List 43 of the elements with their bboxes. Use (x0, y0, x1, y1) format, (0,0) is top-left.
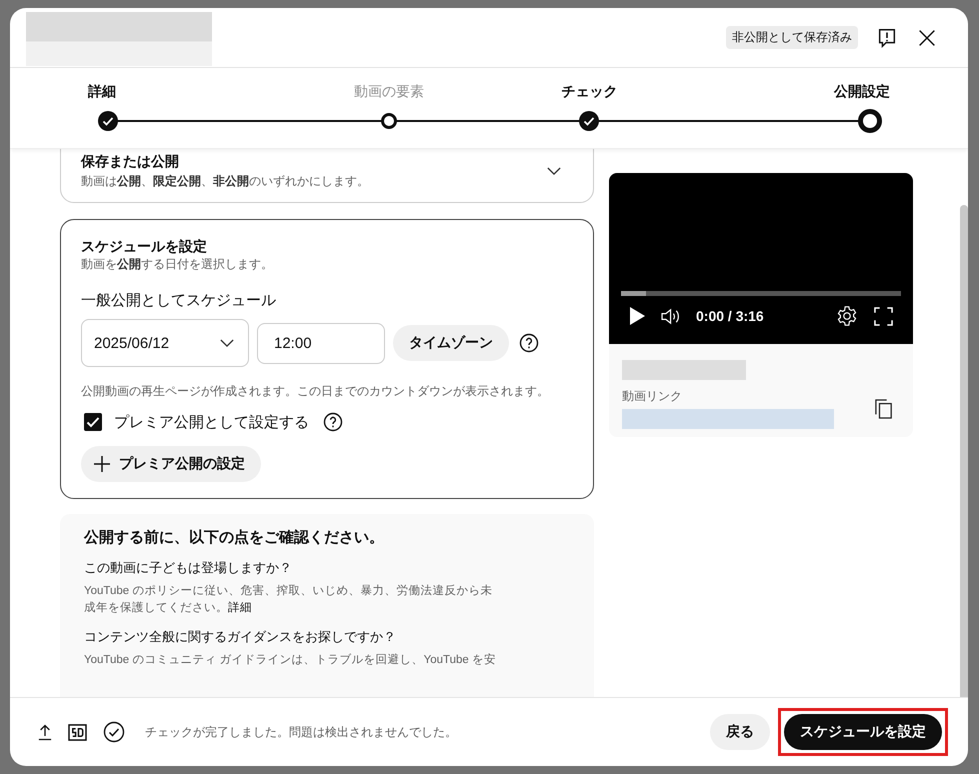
play-icon[interactable] (629, 307, 645, 325)
premiere-settings-button[interactable]: プレミア公開の設定 (81, 446, 261, 482)
step-label[interactable]: チェック (561, 83, 618, 101)
sd-icon (68, 724, 87, 740)
check-circle-icon (103, 721, 125, 743)
progress-track[interactable] (621, 291, 901, 296)
checklist-text: YouTube のポリシーに従い、危害、搾取、いじめ、暴力、労働法違反から未成年を保護してください。詳細 (84, 583, 494, 616)
date-dropdown[interactable]: 2025/06/12 (81, 319, 249, 367)
step-label[interactable]: 詳細 (88, 83, 116, 101)
step-label[interactable]: 公開設定 (834, 83, 890, 101)
timezone-button[interactable]: タイムゾーン (393, 325, 509, 361)
card-title: 保存または公開 (81, 153, 180, 171)
schedule-button[interactable]: スケジュールを設定 (784, 714, 942, 750)
check-status-text: チェックが完了しました。問題は検出されませんでした。 (145, 724, 457, 740)
checklist-question: この動画に子どもは登場しますか？ (84, 559, 292, 577)
schedule-subtitle: 一般公開としてスケジュール (81, 291, 276, 310)
back-button[interactable]: 戻る (710, 714, 770, 750)
feedback-icon[interactable] (876, 26, 898, 48)
scrollbar[interactable] (960, 205, 968, 697)
help-icon[interactable] (519, 333, 539, 353)
video-link-label: 動画リンク (622, 388, 683, 405)
upload-icon (38, 724, 52, 740)
settings-icon[interactable] (836, 305, 858, 327)
schedule-note: 公開動画の再生ページが作成されます。この日までのカウントダウンが表示されます。 (81, 383, 549, 400)
card-description: 動画は公開、限定公開、非公開のいずれかにします。 (81, 173, 369, 190)
details-link[interactable]: 詳細 (228, 602, 252, 614)
fullscreen-icon[interactable] (874, 306, 893, 326)
help-icon[interactable] (323, 412, 343, 432)
copy-icon[interactable] (875, 398, 893, 418)
checklist-question: コンテンツ全般に関するガイダンスをお探しですか？ (84, 628, 396, 646)
premiere-label[interactable]: プレミア公開として設定する (114, 412, 309, 432)
chevron-icon (220, 338, 234, 348)
premiere-checkbox[interactable] (84, 413, 102, 431)
time-field[interactable]: 12:00 (257, 322, 385, 364)
card-title: スケジュールを設定 (81, 238, 207, 256)
volume-icon[interactable] (661, 308, 682, 324)
video-time: 0:00 / 3:16 (696, 308, 764, 324)
checklist-text: YouTube のコミュニティ ガイドラインは、トラブルを回避し、YouTube を安 (84, 652, 497, 668)
checklist-title: 公開する前に、以下の点をご確認ください。 (84, 528, 384, 547)
plus-icon (93, 455, 111, 473)
card-description: 動画を公開する日付を選択します。 (81, 256, 273, 273)
save-or-publish-card[interactable]: 保存または公開 動画は公開、限定公開、非公開のいずれかにします。 (60, 149, 594, 203)
status-badge: 非公開として保存済み (726, 26, 858, 49)
